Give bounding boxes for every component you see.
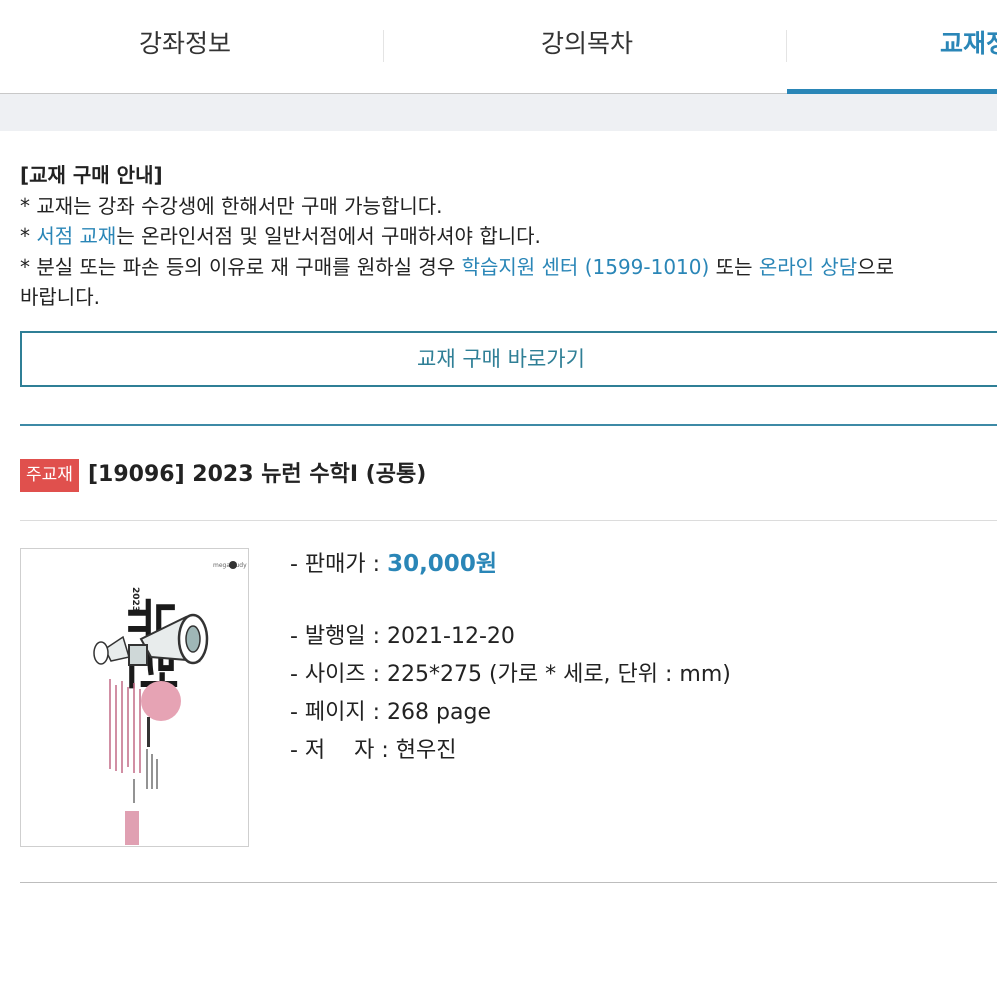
purchase-notice: [교재 구매 안내] * 교재는 강좌 수강생에 한해서만 구매 가능합니다. … [20,160,997,313]
book-size: - 사이즈 : 225*275 (가로 * 세로, 단위 : mm) [290,662,731,687]
notice-title: [교재 구매 안내] [20,163,163,187]
tab-separator [786,30,787,62]
book-price-row: - 판매가 : 30,000원 [290,548,497,581]
book-price: 30,000원 [387,551,497,577]
notice-line-1: * 교재는 강좌 수강생에 한해서만 구매 가능합니다. [20,193,443,218]
divider [20,882,997,883]
notice-text: 또는 [709,254,759,279]
tab-bar: 강좌정보 강의목차 교재정 [0,0,997,94]
price-label: - 판매가 : [290,552,388,577]
section-spacer [0,94,997,131]
notice-line-3: * 분실 또는 파손 등의 이유로 재 구매를 원하실 경우 학습지원 센터 (… [20,252,997,283]
notice-text: 는 온라인서점 및 일반서점에서 구매하셔야 합니다. [116,224,541,248]
book-pages: - 페이지 : 268 page [290,700,491,725]
book-cover-illustration: megastudy 2023 뉴런 [21,549,248,846]
notice-text: * 분실 또는 파손 등의 이유로 재 구매를 원하실 경우 [20,254,462,279]
tab-lecture-toc[interactable]: 강의목차 [541,0,633,93]
notice-line-2: * 서점 교재는 온라인서점 및 일반서점에서 구매하셔야 합니다. [20,221,997,252]
book-cover-image[interactable]: megastudy 2023 뉴런 [20,548,249,847]
bookstore-textbook-link[interactable]: 서점 교재 [36,224,116,248]
main-textbook-badge: 주교재 [20,459,79,492]
tab-separator [383,30,384,62]
tab-course-info[interactable]: 강좌정보 [139,0,231,93]
book-title: [19096] 2023 뉴런 수학Ⅰ (공통) [88,462,427,487]
divider [20,520,997,521]
notice-line-4: 바랍니다. [20,285,100,309]
tab-textbook-info[interactable]: 교재정 [940,0,997,93]
notice-text: * [20,224,37,248]
book-author: - 저 자 : 현우진 [290,738,457,763]
online-consult-link[interactable]: 온라인 상담 [759,255,857,279]
notice-text: 으로 [857,254,894,279]
section-divider [20,424,997,426]
textbook-purchase-button[interactable]: 교재 구매 바로가기 [20,331,997,387]
textbook-purchase-label: 교재 구매 바로가기 [417,347,585,371]
book-publish-date: - 발행일 : 2021-12-20 [290,624,515,649]
support-center-link[interactable]: 학습지원 센터 (1599-1010) [462,255,710,279]
